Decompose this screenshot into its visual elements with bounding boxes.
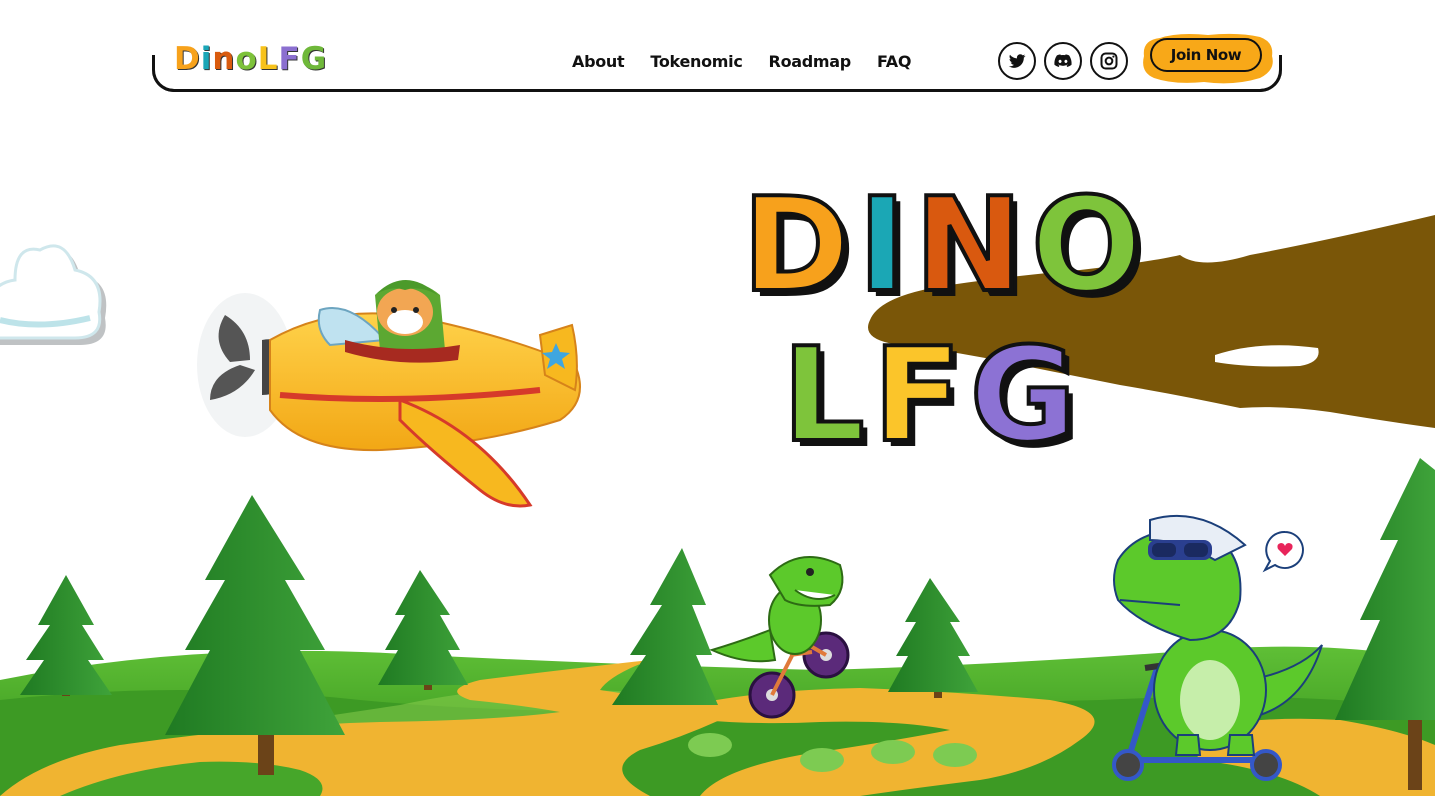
logo-letter: D [174,41,201,77]
logo-letter: n [212,41,236,77]
discord-icon [1054,54,1072,67]
hero-letter: D [740,169,852,321]
pine-tree [20,575,112,696]
twitter-link[interactable] [998,42,1036,80]
pine-tree [165,495,345,775]
hero-letter: L [780,319,867,471]
social-links [998,42,1128,80]
instagram-link[interactable] [1090,42,1128,80]
logo-letter: F [278,41,301,77]
join-now-button[interactable]: Join Now [1150,38,1262,72]
heart-bubble [1262,530,1304,573]
landscape-illustration [0,215,1435,796]
site-logo[interactable]: D i n o L F G [174,42,327,76]
pine-tree [888,578,978,698]
join-now-wrapper: Join Now [1138,30,1276,86]
nav-link-roadmap[interactable]: Roadmap [769,52,852,71]
hero-letter: O [1029,169,1143,321]
navbar: D i n o L F G About Tokenomic Roadmap FA… [152,30,1282,92]
hero-title-line-1: D I N O [740,169,1144,321]
cloud [0,244,107,345]
twitter-icon [1008,54,1026,68]
hero-title-line-2: L F G [780,319,1079,471]
nav-link-tokenomic[interactable]: Tokenomic [650,52,742,71]
logo-letter: G [300,41,328,77]
nav-link-about[interactable]: About [572,52,625,71]
logo-letter: o [235,41,258,77]
airplane-character [197,280,581,508]
hero-letter: F [871,319,964,471]
instagram-icon [1100,52,1118,70]
hero-letter: N [912,169,1025,321]
hero-letter: I [856,169,908,321]
logo-letter: L [257,41,279,77]
hero-letter: G [968,319,1079,471]
nav-link-faq[interactable]: FAQ [877,52,911,71]
logo-letter: i [200,41,213,77]
main-nav: About Tokenomic Roadmap FAQ [572,52,911,71]
discord-link[interactable] [1044,42,1082,80]
pine-tree [378,570,468,690]
hero-scene [0,0,1435,796]
